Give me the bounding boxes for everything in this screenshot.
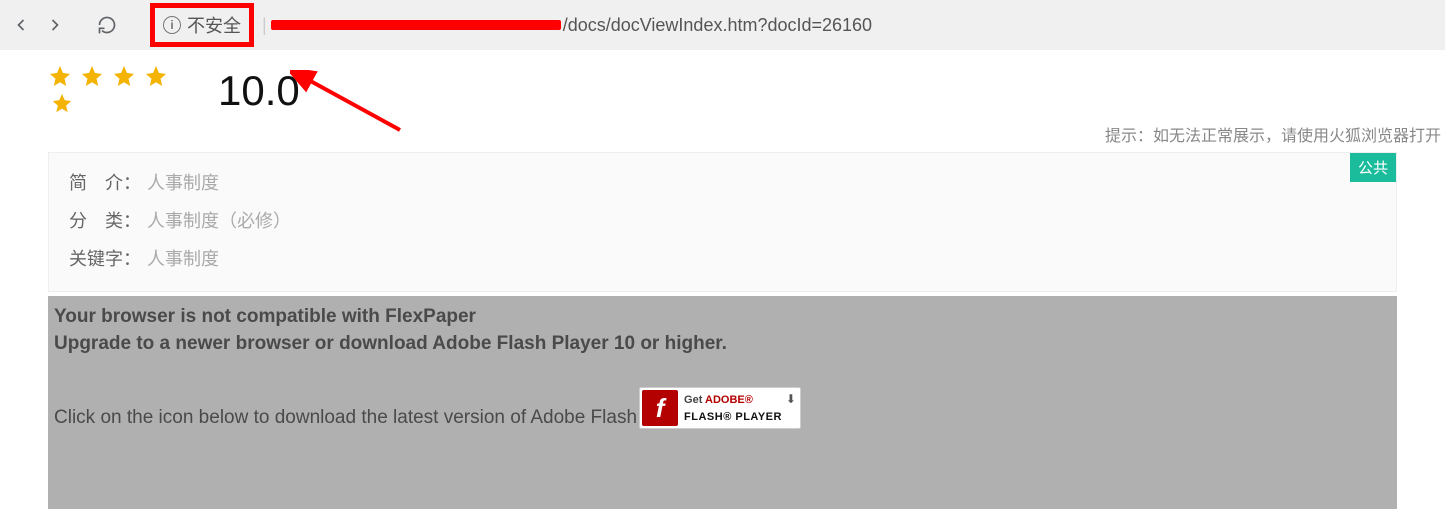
forward-button[interactable] [44, 14, 66, 36]
url-separator: | [262, 15, 267, 36]
security-label: 不安全 [187, 12, 241, 38]
visibility-badge: 公共 [1350, 153, 1396, 182]
back-button[interactable] [10, 14, 32, 36]
flash-logo-icon: f [642, 390, 678, 426]
flash-click-text: Click on the icon below to download the … [54, 407, 637, 429]
meta-label: 简 介： [69, 169, 141, 195]
flash-get-label: Get [684, 394, 705, 406]
get-flash-player-button[interactable]: f Get ADOBE® FLASH® PLAYER ⬇ [639, 387, 801, 429]
url-suffix: /docs/docViewIndex.htm?docId=26160 [563, 15, 872, 36]
star-icon [48, 64, 72, 88]
meta-value: 人事制度 [147, 245, 219, 271]
flash-warning-line1: Your browser is not compatible with Flex… [54, 304, 1391, 331]
star-rating [48, 64, 168, 114]
flash-warning-panel: Your browser is not compatible with Flex… [48, 296, 1397, 509]
star-icon [144, 64, 168, 88]
browser-nav-bar: i 不安全 | /docs/docViewIndex.htm?docId=261… [0, 0, 1445, 50]
flash-adobe-label: ADOBE® [705, 394, 753, 406]
meta-value: 人事制度 [147, 169, 219, 195]
rating-score: 10.0 [218, 70, 300, 112]
meta-row-category: 分 类： 人事制度（必修） [69, 207, 1376, 233]
flash-player-label: FLASH® PLAYER [684, 411, 782, 423]
flash-button-text: Get ADOBE® FLASH® PLAYER [684, 391, 782, 425]
star-icon [80, 64, 104, 88]
meta-row-intro: 简 介： 人事制度 [69, 169, 1376, 195]
flash-warning-line2: Upgrade to a newer browser or download A… [54, 331, 1391, 358]
address-bar[interactable]: i 不安全 | /docs/docViewIndex.htm?docId=261… [150, 3, 1435, 47]
document-meta-panel: 公共 简 介： 人事制度 分 类： 人事制度（必修） 关键字： 人事制度 [48, 152, 1397, 292]
meta-value: 人事制度（必修） [147, 207, 291, 233]
info-icon: i [163, 16, 181, 34]
rating-section: 10.0 [0, 50, 1445, 114]
redacted-url-segment [271, 20, 561, 30]
reload-button[interactable] [96, 14, 118, 36]
browser-hint: 提示：如无法正常展示，请使用火狐浏览器打开 [0, 114, 1445, 152]
meta-row-keywords: 关键字： 人事制度 [69, 245, 1376, 271]
download-arrow-icon: ⬇ [786, 392, 796, 406]
star-icon [51, 92, 73, 114]
star-icon [112, 64, 136, 88]
meta-label: 分 类： [69, 207, 141, 233]
meta-label: 关键字： [69, 245, 141, 271]
security-warning-highlight: i 不安全 [150, 3, 254, 47]
